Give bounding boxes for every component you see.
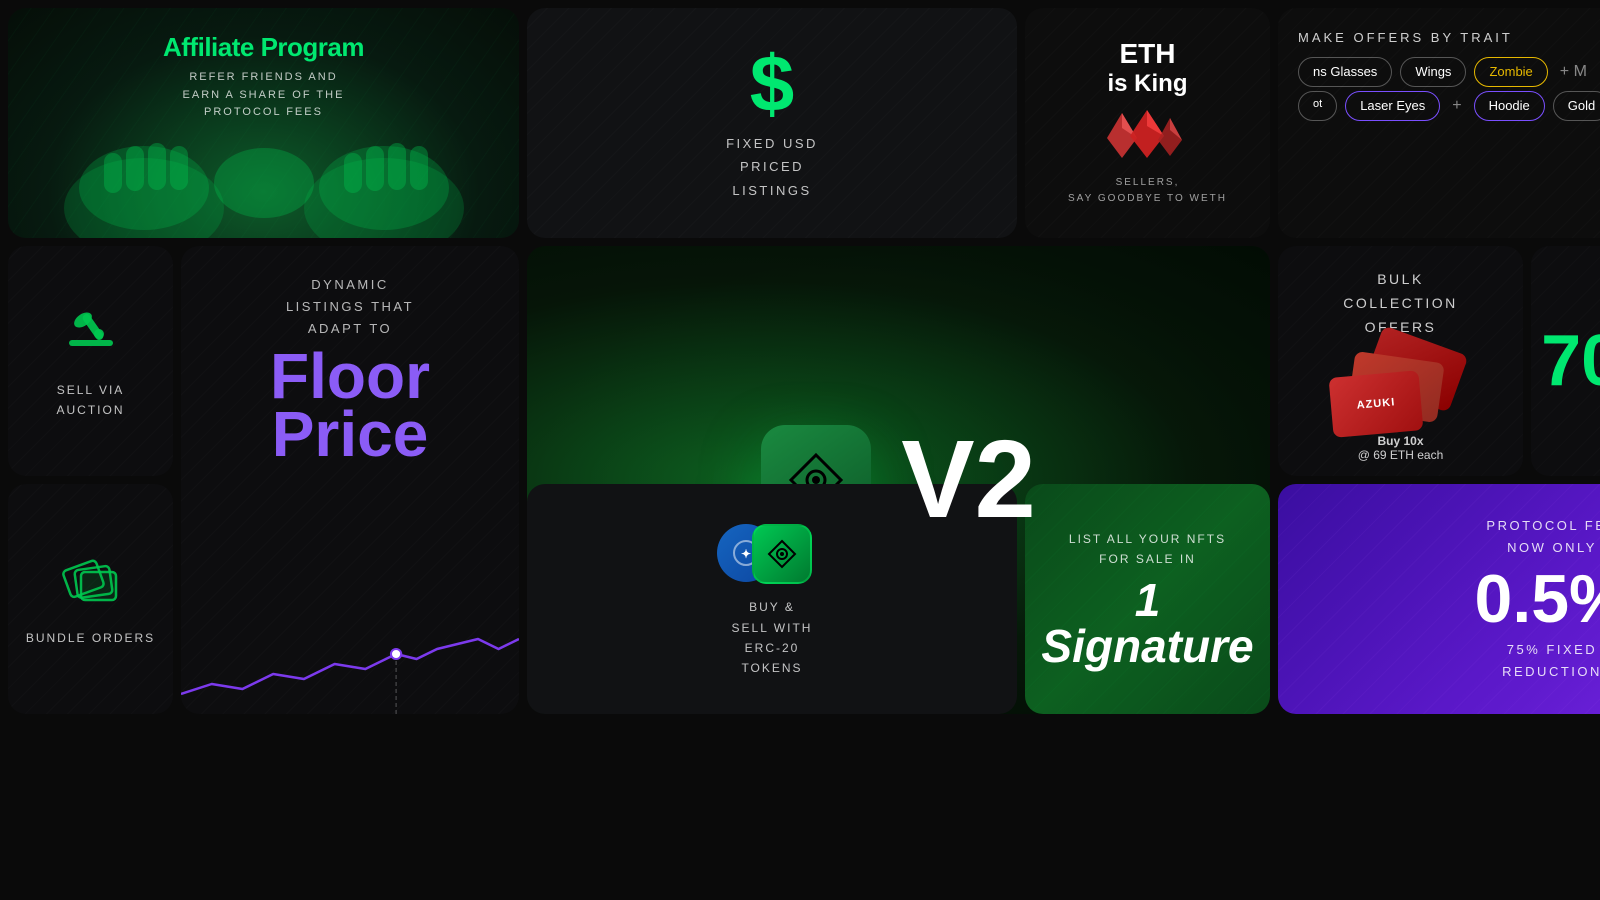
card-list-nfts: LIST ALL YOUR NFTS FOR SALE IN 1 Signatu… [1025,484,1270,714]
v2-label: V2 [901,425,1036,535]
dynamic-text: DYNAMIC LISTINGS THAT ADAPT TO [286,274,414,340]
eth-subtitle: SELLERS, SAY GOODBYE TO WETH [1068,175,1227,207]
floor-price-text: Floor Price [205,348,495,463]
affiliate-subtitle: REFER FRIENDS AND EARN A SHARE OF THE PR… [183,69,345,122]
card-dynamic: DYNAMIC LISTINGS THAT ADAPT TO Floor Pri… [181,246,519,714]
floor-chart [181,594,519,714]
trait-tag-gold[interactable]: Gold [1553,91,1600,121]
protocol-label: PROTOCOL FEE NOW ONLY [1486,515,1600,559]
card-eth: ETH is King SELLERS, SAY GOODBYE TO WETH [1025,8,1270,238]
trait-tag-plus1: + M [1556,57,1591,87]
auction-label: SELL VIA AUCTION [57,381,125,419]
traits-title: MAKE OFFERS BY TRAIT [1298,30,1513,45]
trait-tag-glasses[interactable]: ns Glasses [1298,57,1392,87]
card-fixed-usd: $ FIXED USD PRICED LISTINGS [527,8,1017,238]
card-protocol: PROTOCOL FEE NOW ONLY 0.5% 75% FIXED RED… [1278,484,1600,714]
nfts-number: 70 NFTs [1541,325,1600,397]
token-group: ✦ [717,519,827,589]
trait-tags-row2: ot Laser Eyes + Hoodie Gold [1298,91,1600,121]
eth-title: ETH is King [1107,40,1187,96]
card-bulk: BULK COLLECTION OFFERS AZUKI AZUKI AZUKI… [1278,246,1523,476]
main-grid: Affiliate Program REFER FRIENDS AND EARN… [0,0,1600,900]
svg-text:✦: ✦ [741,547,751,561]
affiliate-title: Affiliate Program [163,32,364,63]
bundle-label: BUNDLE ORDERS [26,629,155,648]
bulk-price: Buy 10x @ 69 ETH each [1358,434,1444,462]
trait-tag-zombie[interactable]: Zombie [1474,57,1547,87]
eth-crystals [1102,108,1192,163]
fee-percent: 0.5% [1475,565,1600,633]
card-auction: SELL VIA AUCTION [8,246,173,476]
handshake-svg [14,118,514,238]
chart-container [181,594,519,714]
bulk-text: BULK COLLECTION OFFERS [1343,268,1457,339]
card-bundle: BUNDLE ORDERS [8,484,173,714]
fixed-usd-text: FIXED USD PRICED LISTINGS [726,132,818,202]
list-nfts-label: LIST ALL YOUR NFTS FOR SALE IN [1069,529,1226,570]
azuki-card-3: AZUKI [1328,371,1423,439]
trait-tag-plus2: + [1448,91,1465,121]
trait-tag-wings[interactable]: Wings [1400,57,1466,87]
card-traits: MAKE OFFERS BY TRAIT ns Glasses Wings Zo… [1278,8,1600,238]
bundle-icon [61,550,121,615]
protocol-reduction: 75% FIXED REDUCTION [1502,639,1600,683]
token-green [752,524,812,584]
azuki-stack: AZUKI AZUKI AZUKI [1331,339,1471,434]
erc20-label: BUY & SELL WITH ERC-20 TOKENS [732,597,813,679]
trait-tags-container: ns Glasses Wings Zombie + M [1298,57,1591,87]
crystals-svg [1102,108,1192,163]
dollar-sign: $ [750,44,795,124]
handshake-visual [8,118,519,238]
trait-tag-laser[interactable]: Laser Eyes [1345,91,1440,121]
card-buy70: BUY OVER 70 NFTs IN ONE GO [1531,246,1600,476]
trait-tag-t[interactable]: ot [1298,91,1337,121]
trait-tag-hoodie[interactable]: Hoodie [1474,91,1545,121]
signature-text: 1 Signature [1025,577,1270,669]
card-affiliate: Affiliate Program REFER FRIENDS AND EARN… [8,8,519,238]
auction-icon [61,302,121,367]
